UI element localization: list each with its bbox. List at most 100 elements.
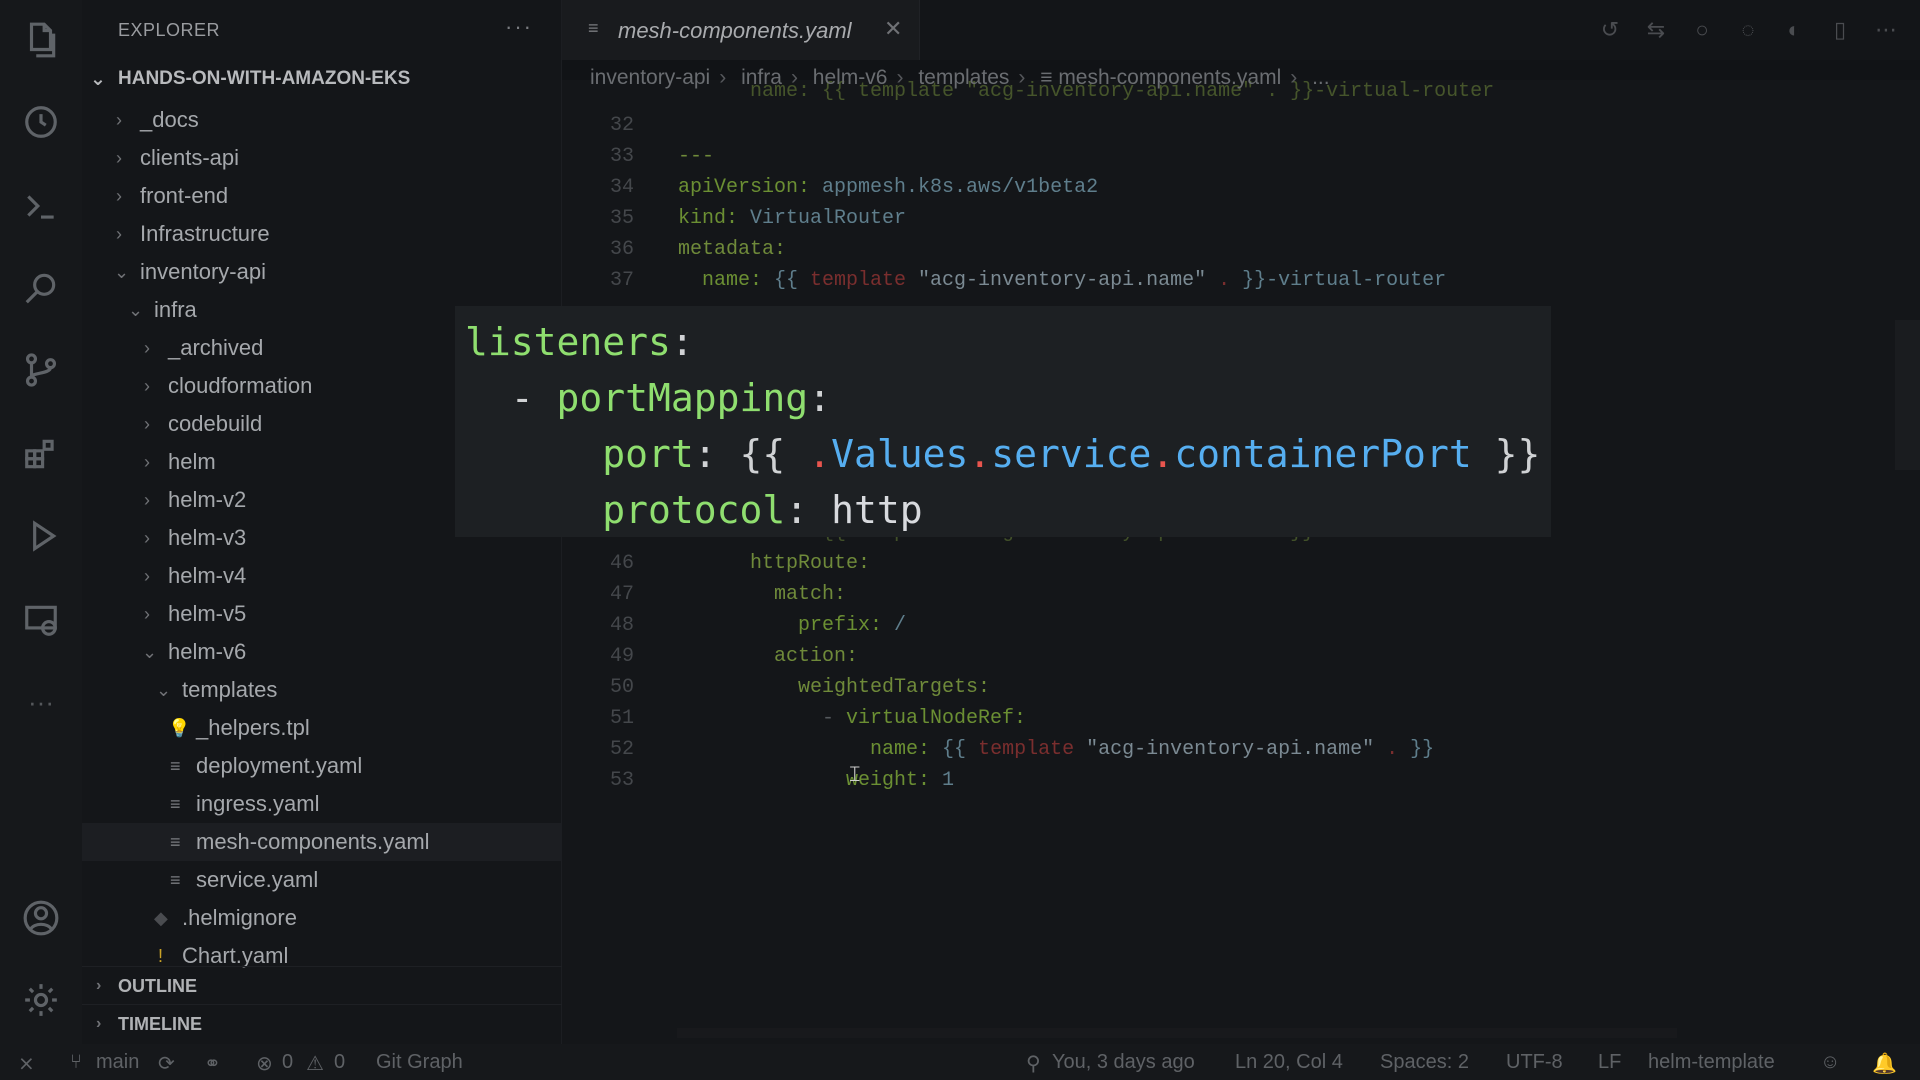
outline-section[interactable]: › OUTLINE — [82, 966, 562, 1004]
chevron-right-icon: › — [96, 977, 102, 994]
tree-item-deployment-yaml[interactable]: ≡ deployment.yaml — [82, 747, 562, 785]
more-icon[interactable]: ··· — [21, 682, 61, 722]
previous-change-icon[interactable]: ○ — [1688, 16, 1716, 44]
horizontal-scrollbar[interactable] — [677, 1028, 1677, 1038]
split-editor-icon[interactable]: ▯ — [1826, 16, 1854, 44]
git-graph-button[interactable]: Git Graph — [376, 1051, 463, 1074]
chevron-right-icon: › — [144, 604, 150, 624]
breadcrumb-item[interactable]: mesh-components.yaml — [1058, 66, 1281, 89]
chevron-right-icon: › — [144, 566, 150, 586]
workspace-root[interactable]: ⌄ HANDS-ON-WITH-AMAZON-EKS — [90, 68, 411, 90]
code-line: 37 name: {{ template "acg-inventory-api.… — [609, 269, 1447, 292]
close-icon[interactable]: ✕ — [884, 16, 902, 42]
branch-name[interactable]: main — [96, 1051, 139, 1074]
run-debug-icon[interactable] — [21, 516, 61, 556]
extensions-icon[interactable] — [21, 434, 61, 474]
zoomed-code-callout: listeners: - portMapping: port: {{ .Valu… — [455, 306, 1551, 537]
tree-item-helm-v6[interactable]: ⌄ helm-v6 — [82, 633, 562, 671]
breadcrumb-item[interactable]: ... — [1312, 66, 1330, 89]
error-count[interactable]: 0 — [282, 1051, 293, 1074]
file-lines-icon: ≡ — [1040, 66, 1059, 89]
source-control-icon[interactable] — [21, 350, 61, 390]
tree-item-ingress-yaml[interactable]: ≡ ingress.yaml — [82, 785, 562, 823]
tree-item-helpers-tpl[interactable]: 💡 _helpers.tpl — [82, 709, 562, 747]
code-line: 51 - virtualNodeRef: — [609, 707, 1027, 730]
account-icon[interactable] — [21, 898, 61, 938]
code-editor[interactable]: name: {{ template "acg-inventory-api.nam… — [562, 80, 1920, 1044]
chevron-right-icon: › — [116, 110, 122, 130]
warning-count[interactable]: 0 — [334, 1051, 345, 1074]
cursor-position[interactable]: Ln 20, Col 4 — [1235, 1051, 1343, 1074]
tree-item-mesh-components-yaml[interactable]: ≡ mesh-components.yaml — [82, 823, 562, 861]
remote-explorer-icon[interactable] — [21, 600, 61, 640]
warning-icon[interactable]: ⚠ — [306, 1051, 324, 1076]
more-actions-icon[interactable]: ⋯ — [1872, 16, 1900, 44]
chevron-down-icon: ⌄ — [142, 642, 158, 662]
tree-item-infrastructure[interactable]: › Infrastructure — [82, 215, 562, 253]
code-line: 48 prefix: / — [609, 614, 907, 637]
tree-item-front-end[interactable]: › front-end — [82, 177, 562, 215]
callout-line: protocol: http — [465, 488, 923, 532]
indentation[interactable]: Spaces: 2 — [1380, 1051, 1469, 1074]
chevron-down-icon: ⌄ — [114, 262, 130, 282]
explorer-more-icon[interactable]: ··· — [505, 14, 533, 40]
chevron-right-icon: › — [1018, 66, 1026, 89]
breadcrumb-item[interactable]: infra — [741, 66, 782, 89]
compare-icon[interactable]: ⇆ — [1642, 16, 1670, 44]
sync-icon[interactable]: ⟳ — [158, 1051, 175, 1076]
status-bar: ⨯ ⑂ main ⟳ ⚭ ⊗ 0 ⚠ 0 Git Graph ⚲ You, 3 … — [0, 1044, 1920, 1080]
tree-item-service-yaml[interactable]: ≡ service.yaml — [82, 861, 562, 899]
tree-item-templates[interactable]: ⌄ templates — [82, 671, 562, 709]
files-icon[interactable] — [21, 20, 61, 60]
file-lines-icon: ≡ — [170, 756, 181, 776]
encoding[interactable]: UTF-8 — [1506, 1051, 1563, 1074]
vertical-scrollbar[interactable] — [1895, 320, 1920, 470]
git-blame[interactable]: You, 3 days ago — [1052, 1051, 1195, 1074]
settings-icon[interactable] — [21, 980, 61, 1020]
chevron-right-icon: › — [144, 528, 150, 548]
feedback-icon[interactable]: ☺ — [1820, 1051, 1840, 1074]
git-compare-icon[interactable]: ⚭ — [204, 1051, 221, 1076]
tree-item-docs[interactable]: › _docs — [82, 101, 562, 139]
breadcrumb-item[interactable]: helm-v6 — [813, 66, 888, 89]
file-lines-icon: ≡ — [588, 18, 599, 38]
code-line: 46 httpRoute: — [609, 552, 871, 575]
git-icon[interactable]: ◐ — [1780, 16, 1808, 44]
chevron-right-icon: › — [116, 148, 122, 168]
file-lines-icon: ≡ — [170, 870, 181, 890]
tab-mesh-components-yaml[interactable]: ≡ mesh-components.yaml ✕ — [562, 0, 920, 60]
history-icon[interactable]: ↺ — [1596, 16, 1624, 44]
lightbulb-icon: 💡 — [168, 718, 191, 738]
line-ending[interactable]: LF — [1598, 1051, 1621, 1074]
terminal-icon[interactable] — [21, 186, 61, 226]
chevron-right-icon: › — [116, 224, 122, 244]
chevron-down-icon: ⌄ — [156, 680, 172, 700]
breadcrumb-item[interactable]: templates — [918, 66, 1009, 89]
error-icon[interactable]: ⊗ — [256, 1051, 273, 1076]
notifications-icon[interactable]: 🔔 — [1872, 1051, 1897, 1076]
tree-item-helmignore[interactable]: ◆ .helmignore — [82, 899, 562, 937]
code-line: 33 --- — [609, 145, 715, 168]
code-line: 50 weightedTargets: — [609, 676, 991, 699]
code-line: 47 match: — [609, 583, 847, 606]
chevron-right-icon: › — [719, 66, 727, 89]
callout-line: listeners: — [465, 320, 694, 364]
tree-item-inventory-api[interactable]: ⌄ inventory-api — [82, 253, 562, 291]
next-change-icon[interactable]: ◌ — [1734, 16, 1762, 44]
breadcrumb-item[interactable]: inventory-api — [590, 66, 710, 89]
chevron-right-icon: › — [144, 376, 150, 396]
tree-item-clients-api[interactable]: › clients-api — [82, 139, 562, 177]
tree-item-helm-v4[interactable]: › helm-v4 — [82, 557, 562, 595]
remote-icon[interactable]: ⨯ — [18, 1051, 35, 1076]
language-mode[interactable]: helm-template — [1648, 1051, 1775, 1074]
file-lines-icon: ≡ — [170, 832, 181, 852]
search-icon[interactable] — [21, 268, 61, 308]
code-line: 32 — [609, 114, 634, 137]
tree-item-helm-v5[interactable]: › helm-v5 — [82, 595, 562, 633]
timeline-icon[interactable] — [21, 102, 61, 142]
file-lines-icon: ≡ — [170, 794, 181, 814]
callout-line: port: {{ .Values.service.containerPort }… — [465, 432, 1541, 476]
chevron-right-icon: › — [144, 490, 150, 510]
workspace-root-label: HANDS-ON-WITH-AMAZON-EKS — [118, 68, 411, 89]
timeline-section[interactable]: › TIMELINE — [82, 1004, 562, 1042]
